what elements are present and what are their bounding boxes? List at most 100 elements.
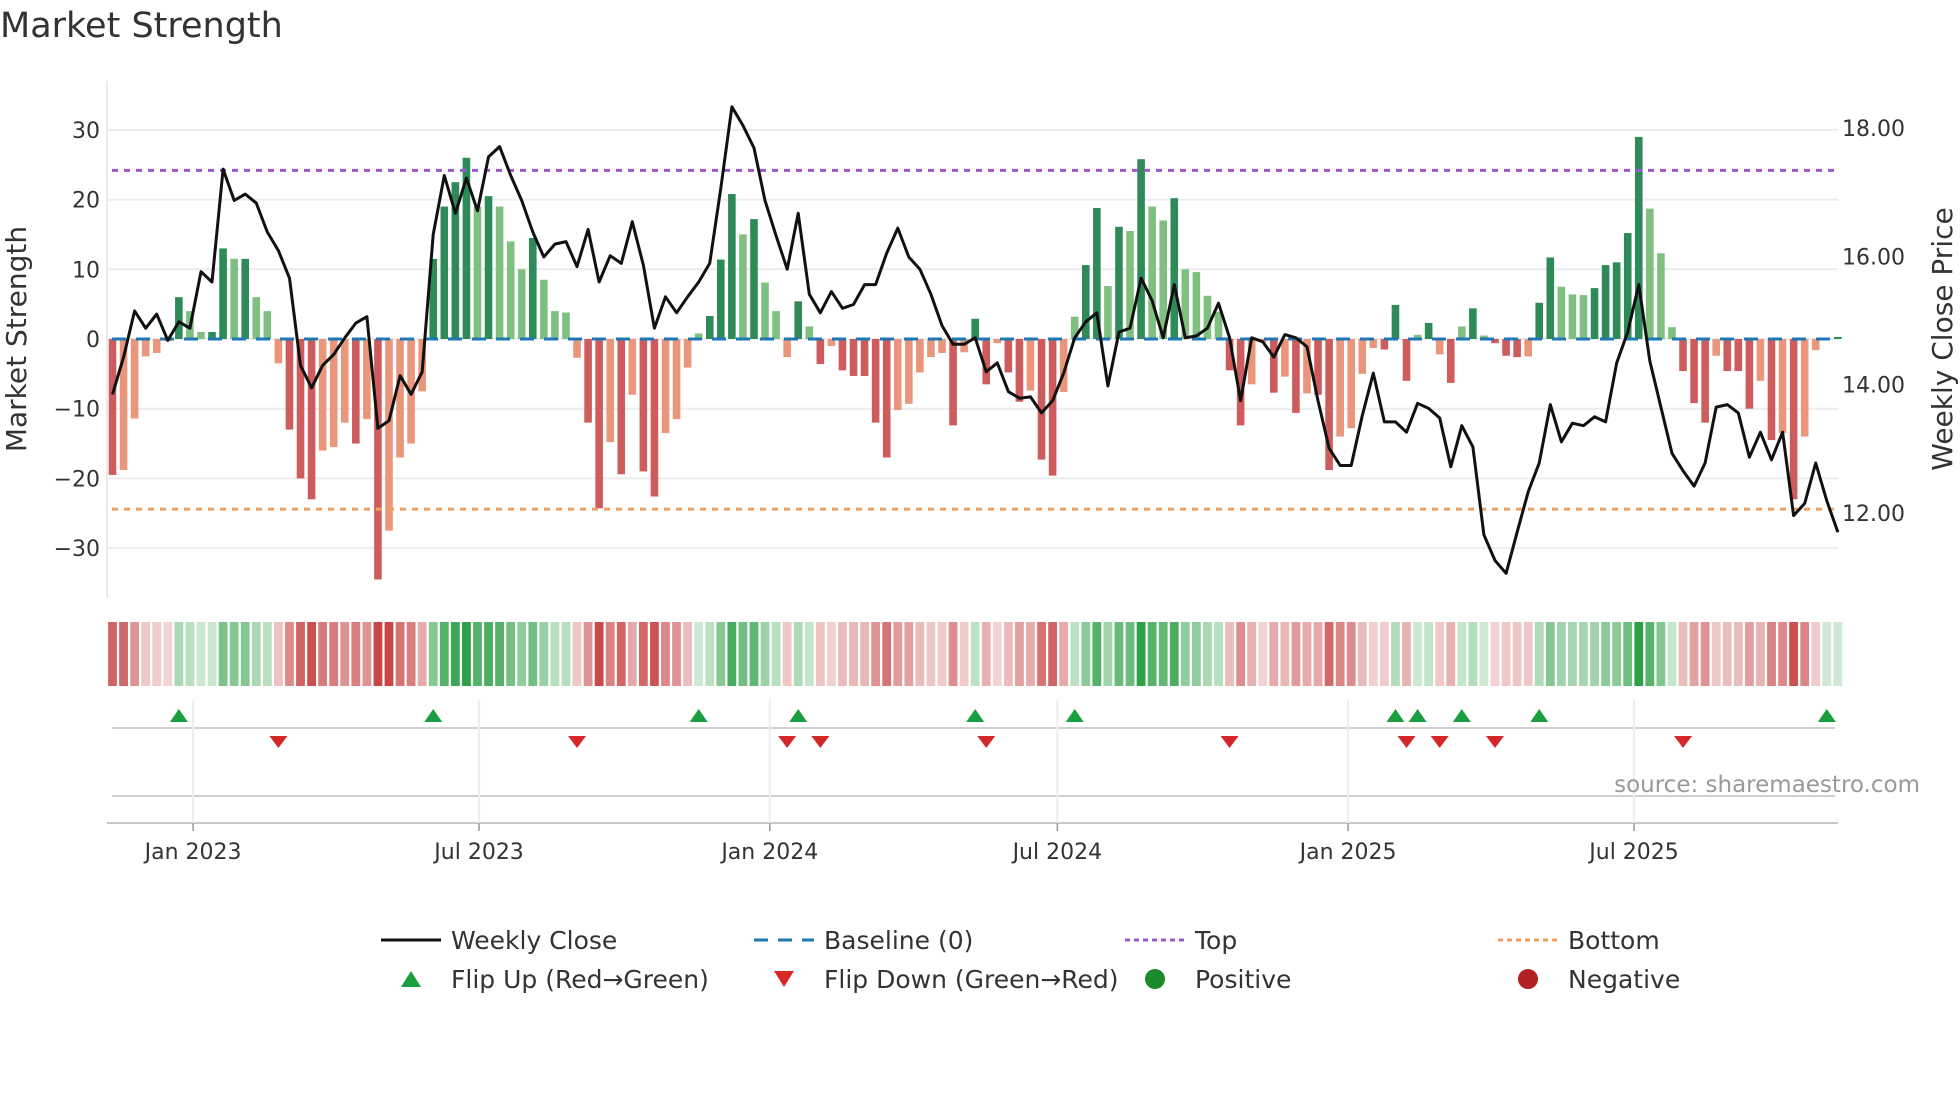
heat-cell: [1225, 622, 1234, 686]
strength-bar: [816, 339, 825, 365]
legend-line-icon: [381, 922, 445, 958]
heat-cell: [251, 622, 261, 686]
strength-bar: [993, 339, 1002, 344]
heat-cell: [661, 622, 670, 686]
strength-bar: [783, 339, 791, 358]
axis-ticks: 30 20 10 0 −10 −20 −30 18.00 16.00 14.00 12.00 Jan …: [54, 117, 1905, 865]
strength-bar: [849, 339, 858, 376]
y-tick-label: 20: [72, 189, 100, 214]
heat-cell: [362, 622, 372, 686]
strength-bar: [705, 315, 714, 339]
strength-bar: [750, 219, 758, 339]
heat-cell: [1800, 622, 1810, 686]
strength-bar: [108, 339, 117, 475]
legend-item-negative: Negative: [1498, 961, 1680, 997]
heat-cell: [882, 622, 892, 686]
strength-bar: [517, 269, 526, 339]
legend: Weekly Close Baseline (0) Top Bottom Flip Up…: [0, 922, 1960, 1012]
heat-cell: [1357, 622, 1367, 686]
strength-bar: [893, 339, 902, 411]
flip-down-marker: [1397, 736, 1416, 748]
heat-cell: [1700, 622, 1710, 686]
strength-bar: [152, 339, 161, 353]
strength-bar: [1767, 339, 1776, 441]
strength-bar: [650, 339, 659, 497]
heat-cell: [804, 622, 814, 686]
strength-bar: [1546, 257, 1555, 339]
heat-cell: [915, 622, 925, 686]
strength-bar: [1756, 339, 1765, 381]
heat-cell: [1645, 622, 1655, 686]
heat-cell: [1756, 622, 1765, 686]
legend-label: Baseline (0): [824, 925, 974, 955]
strength-bar: [396, 339, 404, 458]
strength-bar: [130, 339, 139, 419]
strength-bar: [672, 339, 681, 420]
heat-cell: [1656, 622, 1666, 686]
strength-bar: [905, 339, 913, 404]
flip-up-marker: [424, 709, 443, 722]
heat-cell: [1103, 622, 1113, 686]
heat-cell: [428, 622, 438, 686]
x-tick-label: Jul 2025: [1587, 840, 1679, 865]
heat-cell: [815, 622, 825, 686]
strength-bar: [1380, 339, 1389, 350]
heat-cell: [1269, 622, 1279, 686]
strength-bar: [1292, 339, 1300, 413]
heat-cell: [351, 622, 361, 686]
heat-cell: [1402, 622, 1411, 686]
legend-item-bottom: Bottom: [1498, 922, 1660, 958]
heat-cell: [1711, 622, 1721, 686]
heat-cell: [1435, 622, 1445, 686]
heat-cell: [119, 622, 128, 686]
heat-cell: [627, 622, 637, 686]
strength-bar: [1778, 339, 1787, 434]
heat-cell: [285, 622, 294, 686]
strength-bar: [1170, 198, 1179, 339]
legend-label: Top: [1195, 925, 1238, 955]
heat-cell: [1468, 622, 1478, 686]
heat-cell: [384, 622, 394, 686]
heat-cell: [1490, 622, 1500, 686]
heat-cell: [1778, 622, 1787, 686]
strength-bar: [595, 339, 603, 509]
heat-cell: [218, 622, 228, 686]
strength-bar: [1281, 339, 1289, 377]
strength-bar: [728, 194, 736, 339]
strength-bar: [528, 237, 537, 339]
strength-bar: [805, 326, 814, 339]
x-tick-label: Jul 2023: [432, 840, 524, 865]
strength-bar: [241, 258, 250, 339]
strength-bar: [1347, 339, 1356, 429]
legend-label: Positive: [1195, 964, 1292, 994]
flip-up-marker: [689, 709, 708, 722]
heat-cell: [705, 622, 715, 686]
heat-cell: [1579, 622, 1588, 686]
strength-bar: [661, 339, 670, 434]
strength-bar: [1524, 339, 1532, 357]
heat-cell: [152, 622, 162, 686]
heat-cell: [207, 622, 217, 686]
heat-cell: [506, 622, 516, 686]
heat-cell: [1512, 622, 1522, 686]
heat-cell: [185, 622, 195, 686]
strength-bar: [1424, 322, 1433, 339]
heat-cell: [1612, 622, 1622, 686]
legend-dash-icon: [754, 922, 818, 958]
heat-cell: [240, 622, 250, 686]
heat-cell: [1324, 622, 1334, 686]
strength-bar: [540, 279, 548, 339]
strength-bar: [860, 339, 869, 376]
heat-cell: [539, 622, 549, 686]
heat-cell: [760, 622, 770, 686]
heat-cell: [462, 622, 471, 686]
heat-cell: [893, 622, 903, 686]
y-tick-label: −20: [54, 467, 100, 492]
flip-up-marker: [1065, 709, 1084, 722]
flip-up-marker: [1817, 709, 1836, 722]
heat-cell: [1059, 622, 1069, 686]
strength-bar: [1701, 339, 1709, 423]
heat-cell: [782, 622, 792, 686]
flip-down-marker: [568, 736, 587, 748]
y2-axis-label: Weekly Close Price: [1926, 207, 1959, 470]
